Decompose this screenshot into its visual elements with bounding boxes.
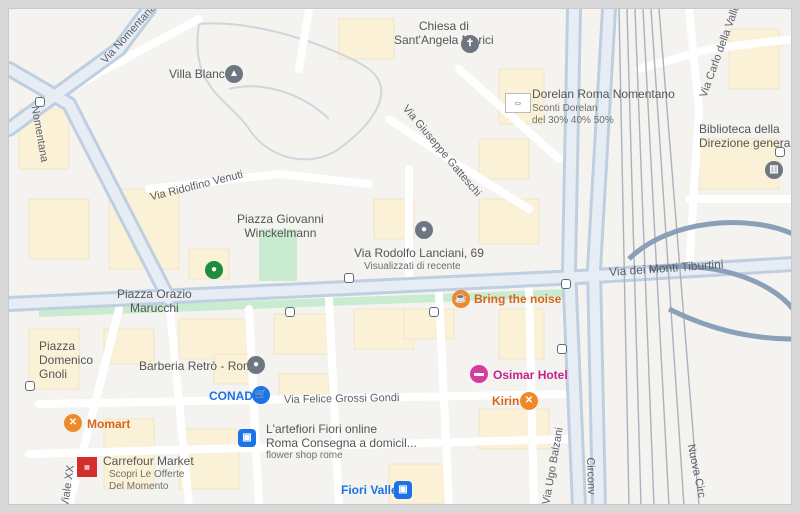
church-icon[interactable]: ✝: [461, 35, 479, 53]
poi-label-dorelan[interactable]: Dorelan Roma Nomentano: [532, 87, 675, 101]
poi-label-piazza-marucchi[interactable]: Piazza Orazio Marucchi: [117, 287, 192, 315]
poi-label-artefiori[interactable]: L'artefiori Fiori online Roma Consegna a…: [266, 422, 417, 450]
poi-label-biblioteca[interactable]: Biblioteca della Direzione generale...: [699, 122, 791, 150]
bus-stop-icon[interactable]: [775, 147, 785, 157]
park-pin-icon[interactable]: ●: [205, 261, 223, 279]
graduation-cap-icon[interactable]: ▲: [225, 65, 243, 83]
poi-label-momart[interactable]: Momart: [87, 417, 130, 431]
dorelan-logo-icon[interactable]: ▭: [505, 93, 531, 113]
fork-knife-icon[interactable]: ✕: [520, 392, 538, 410]
poi-label-piazza-winckelmann[interactable]: Piazza Giovanni Winckelmann: [237, 212, 324, 240]
poi-label-fiori-valle[interactable]: Fiori Valle: [341, 483, 398, 497]
poi-sub-dorelan: Sconti Dorelan del 30% 40% 50%: [532, 103, 614, 126]
poi-label-barberia[interactable]: Barberia Retrò - Roma: [139, 359, 260, 373]
bus-stop-icon[interactable]: [557, 344, 567, 354]
bus-stop-icon[interactable]: [285, 307, 295, 317]
flyover-ramps: [627, 220, 791, 342]
shopping-cart-icon[interactable]: 🛒: [252, 386, 270, 404]
poi-sub-via-lanciani: Visualizzati di recente: [364, 261, 461, 272]
map-canvas[interactable]: Via Nomentana Nomentana Via Ridolfino Ve…: [8, 8, 792, 505]
poi-label-villa-blanc[interactable]: Villa Blanc: [169, 67, 225, 81]
poi-label-piazza-gnoli[interactable]: Piazza Domenico Gnoli: [39, 339, 93, 381]
poi-sub-carrefour: Scopri Le Offerte Del Momento: [109, 469, 185, 492]
bus-stop-icon[interactable]: [25, 381, 35, 391]
bus-stop-icon[interactable]: [429, 307, 439, 317]
library-icon[interactable]: ▥: [765, 161, 783, 179]
poi-label-osimar-hotel[interactable]: Osimar Hotel: [493, 368, 568, 382]
bus-stop-icon[interactable]: [35, 97, 45, 107]
shopping-bag-icon[interactable]: ▣: [238, 429, 256, 447]
poi-label-kirin[interactable]: Kirin: [492, 394, 519, 408]
bed-icon[interactable]: ▬: [470, 365, 488, 383]
location-pin-icon[interactable]: ●: [415, 221, 433, 239]
barber-pin-icon[interactable]: ●: [247, 356, 265, 374]
coffee-cup-icon[interactable]: ☕: [452, 290, 470, 308]
street-label-via-felice-grossi-gondi: Via Felice Grossi Gondi: [283, 391, 400, 407]
poi-label-conad[interactable]: CONAD: [209, 389, 253, 403]
restaurant-icon[interactable]: ✕: [64, 414, 82, 432]
bus-stop-icon[interactable]: [561, 279, 571, 289]
bus-stop-icon[interactable]: [344, 273, 354, 283]
florist-bag-icon[interactable]: ▣: [394, 481, 412, 499]
poi-sub-artefiori: flower shop rome: [266, 450, 343, 461]
map-view[interactable]: Via Nomentana Nomentana Via Ridolfino Ve…: [0, 0, 800, 513]
poi-label-bring-the-noise[interactable]: Bring the noise: [474, 292, 561, 306]
poi-label-via-lanciani[interactable]: Via Rodolfo Lanciani, 69: [354, 246, 484, 260]
street-label-circonv: Circonv: [584, 457, 598, 495]
carrefour-logo-icon[interactable]: ▦: [77, 457, 97, 477]
poi-label-carrefour[interactable]: Carrefour Market: [103, 454, 194, 468]
